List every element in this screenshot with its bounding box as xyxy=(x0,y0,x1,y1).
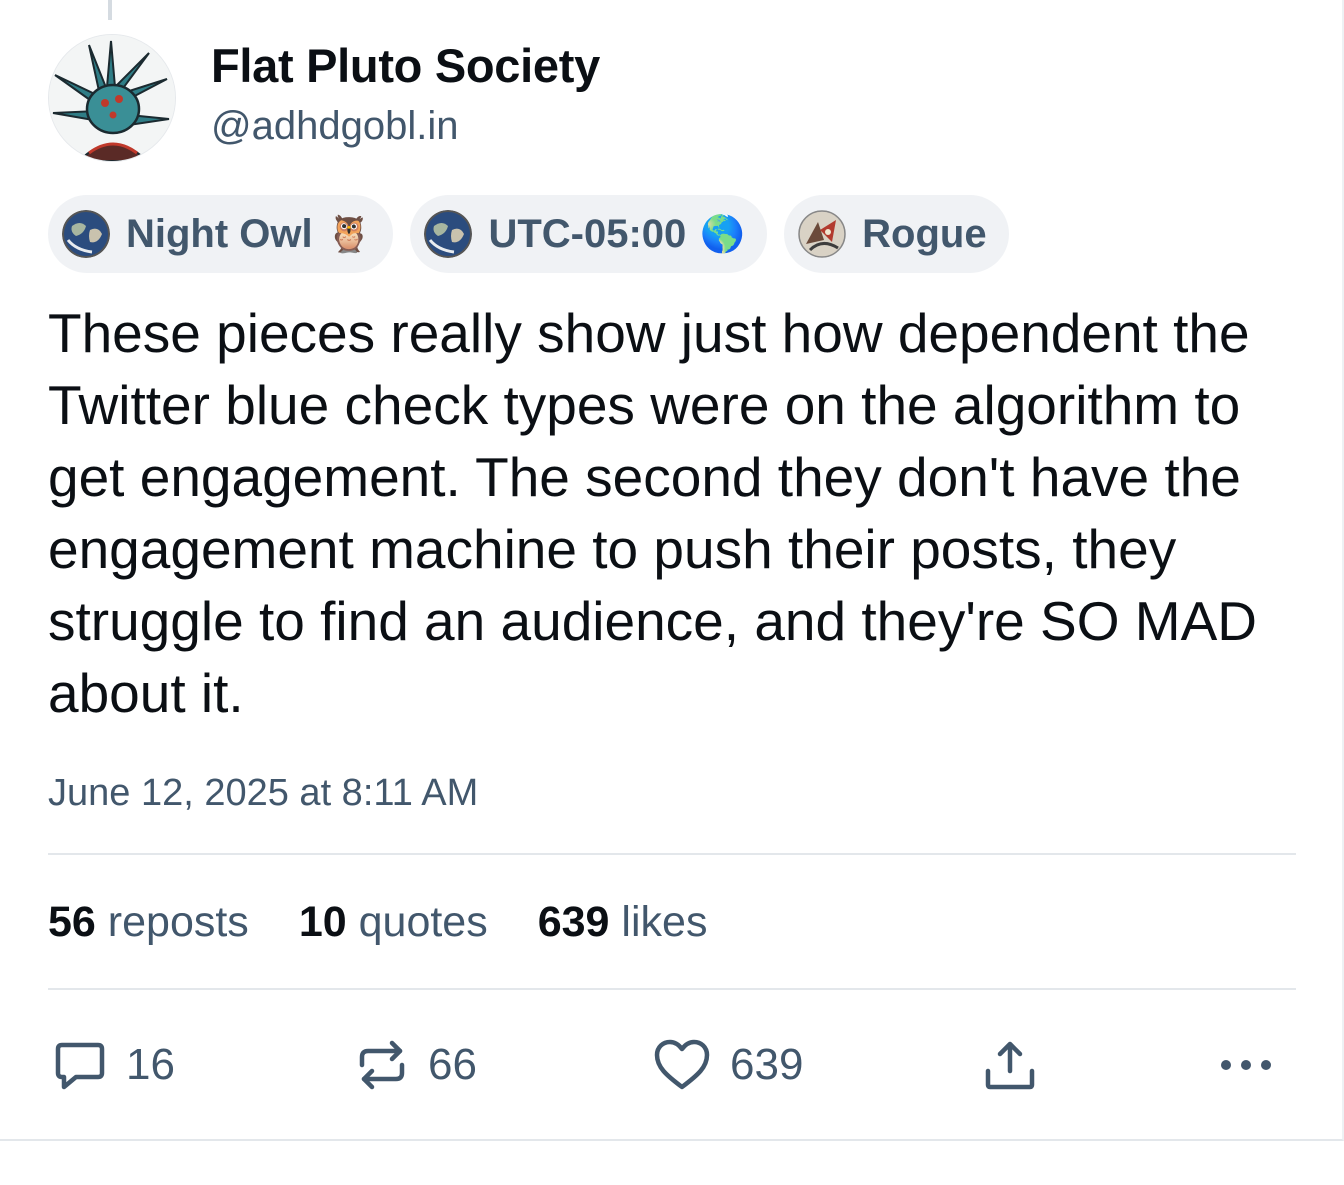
share-icon xyxy=(982,1037,1038,1093)
likes-stat[interactable]: 639 likes xyxy=(538,898,708,947)
rogue-art-icon xyxy=(798,210,846,258)
author-handle[interactable]: @adhdgobl.in xyxy=(211,104,458,149)
reply-button[interactable]: 16 xyxy=(52,1030,175,1100)
divider xyxy=(48,988,1296,990)
quotes-stat[interactable]: 10 quotes xyxy=(299,898,488,947)
heart-icon xyxy=(652,1037,712,1093)
reply-icon xyxy=(52,1037,108,1093)
likes-count: 639 xyxy=(537,898,610,946)
likes-label: likes xyxy=(621,898,708,946)
badge-label: UTC-05:00 xyxy=(488,211,687,256)
thread-connector-line xyxy=(108,0,112,20)
reposts-count: 56 xyxy=(48,898,96,946)
earth-globe-icon xyxy=(424,210,473,258)
badge-timezone[interactable]: UTC-05:00 🌎 xyxy=(410,195,768,273)
engagement-stats: 56 reposts 10 quotes 639 likes xyxy=(48,898,757,947)
avatar-creature-art xyxy=(49,35,175,161)
reposts-stat[interactable]: 56 reposts xyxy=(48,898,249,947)
quotes-label: quotes xyxy=(358,898,488,946)
badge-label: Night Owl xyxy=(126,211,313,256)
repost-count: 66 xyxy=(428,1040,477,1089)
quotes-count: 10 xyxy=(298,898,347,946)
divider xyxy=(48,853,1296,855)
repost-icon xyxy=(354,1037,410,1093)
reposts-label: reposts xyxy=(107,898,249,946)
badge-night-owl[interactable]: Night Owl 🦉 xyxy=(48,195,394,273)
more-icon xyxy=(1218,1055,1278,1075)
reply-count: 16 xyxy=(126,1040,175,1089)
earth-globe-icon xyxy=(62,210,110,258)
post-body-text: These pieces really show just how depend… xyxy=(48,302,1257,724)
badge-label: Rogue xyxy=(862,211,987,256)
more-options-button[interactable] xyxy=(1218,1030,1278,1100)
author-display-name[interactable]: Flat Pluto Society xyxy=(211,38,600,93)
post-timestamp[interactable]: June 12, 2025 at 8:11 AM xyxy=(48,772,478,815)
owl-emoji-icon: 🦉 xyxy=(326,213,372,254)
like-button[interactable]: 639 xyxy=(652,1030,803,1100)
profile-badges: Night Owl 🦉 UTC-05:00 🌎 Rogue xyxy=(48,195,1009,273)
repost-button[interactable]: 66 xyxy=(354,1030,477,1100)
action-bar: 16 66 639 xyxy=(0,1030,1344,1100)
author-avatar[interactable] xyxy=(48,34,176,162)
like-count: 639 xyxy=(730,1040,804,1089)
badge-rogue[interactable]: Rogue xyxy=(784,195,1009,273)
share-button[interactable] xyxy=(982,1030,1038,1100)
globe-americas-emoji-icon: 🌎 xyxy=(700,213,746,254)
